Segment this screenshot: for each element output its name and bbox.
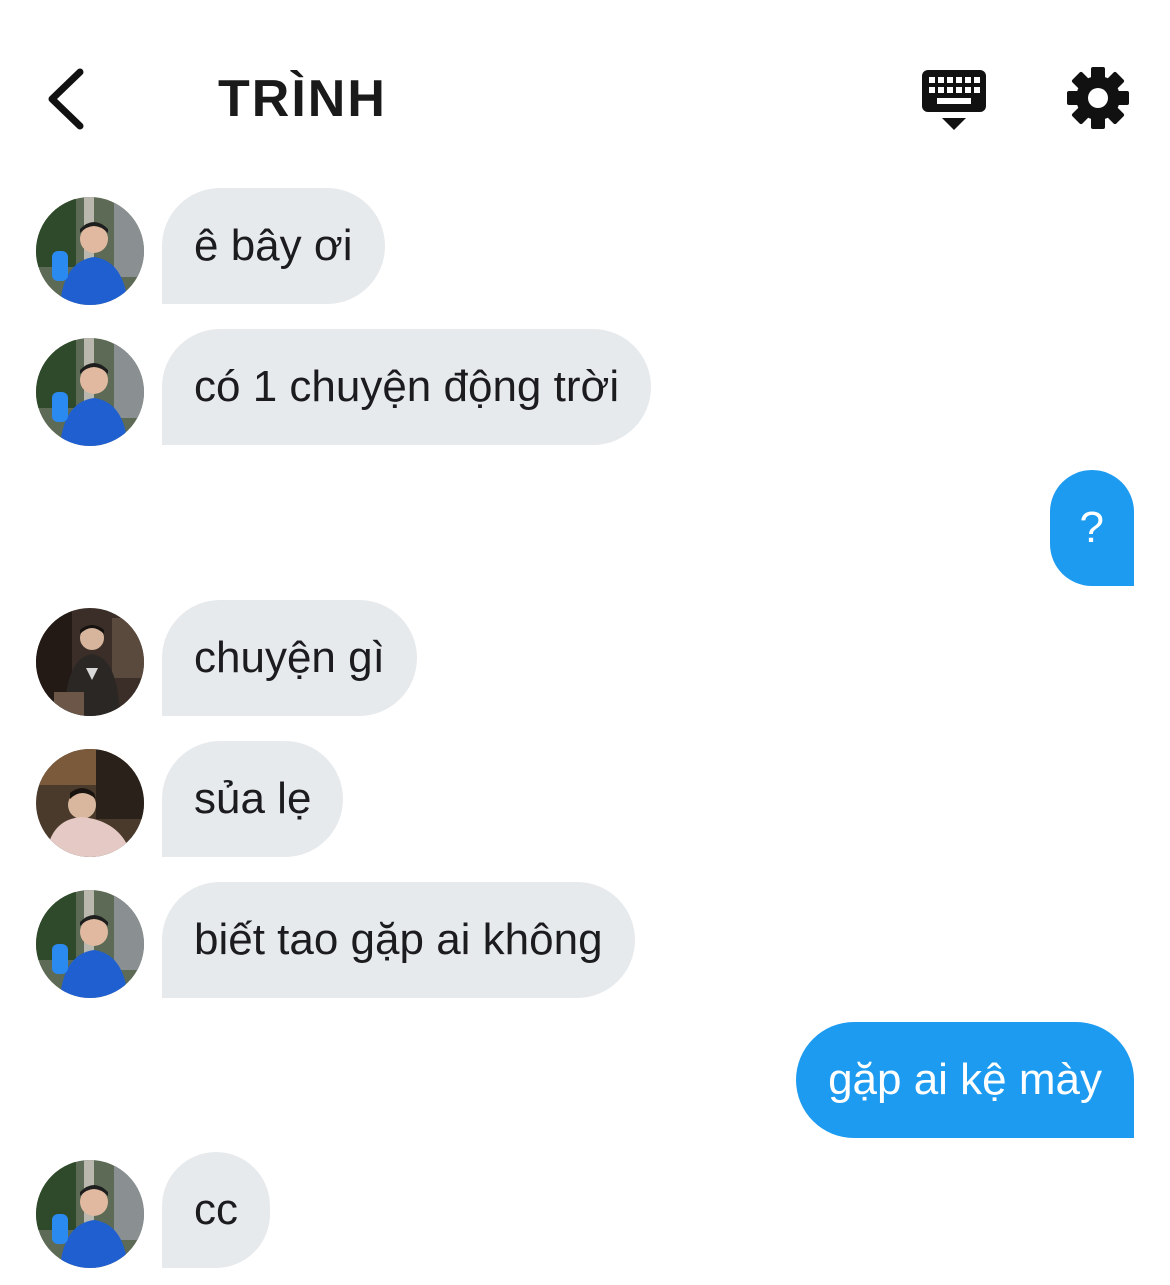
incoming-message-bubble[interactable]: chuyện gì	[162, 600, 417, 716]
avatar-photo-blue-shirt	[36, 197, 144, 305]
settings-button[interactable]	[1066, 66, 1130, 130]
avatar[interactable]	[36, 197, 144, 305]
avatar-photo-blue-shirt	[36, 1160, 144, 1268]
avatar[interactable]	[36, 338, 144, 446]
avatar[interactable]	[36, 890, 144, 998]
chat-title: TRÌNH	[218, 70, 387, 128]
avatar-photo-blue-shirt	[36, 890, 144, 998]
gear-icon	[1067, 67, 1129, 129]
incoming-message-bubble[interactable]: ê bây ơi	[162, 188, 385, 304]
outgoing-message-bubble[interactable]: gặp ai kệ mày	[796, 1022, 1134, 1138]
outgoing-message-bubble[interactable]: ?	[1049, 470, 1134, 586]
incoming-message-bubble[interactable]: biết tao gặp ai không	[162, 882, 635, 998]
avatar-photo-dark-room	[36, 608, 144, 716]
incoming-message-bubble[interactable]: có 1 chuyện động trời	[162, 329, 652, 445]
avatar-photo-blue-shirt	[36, 338, 144, 446]
incoming-message-bubble[interactable]: cc	[162, 1152, 270, 1268]
keyboard-hide-icon	[922, 70, 986, 130]
avatar[interactable]	[36, 608, 144, 716]
chevron-left-icon	[48, 68, 84, 130]
incoming-message-bubble[interactable]: sủa lẹ	[162, 741, 344, 857]
avatar-photo-car-seat	[36, 749, 144, 857]
keyboard-button[interactable]	[920, 68, 988, 132]
avatar[interactable]	[36, 749, 144, 857]
chat-header: TRÌNH	[0, 0, 1170, 170]
back-button[interactable]	[40, 66, 96, 132]
avatar[interactable]	[36, 1160, 144, 1268]
